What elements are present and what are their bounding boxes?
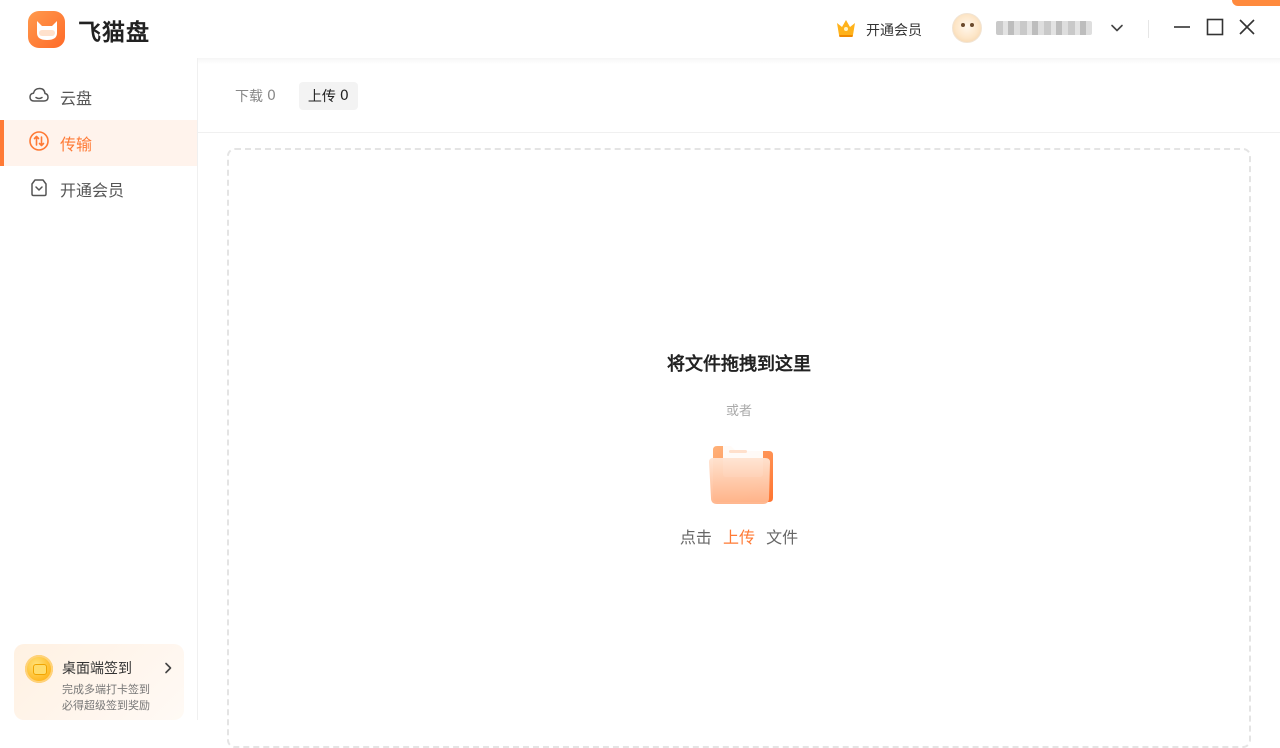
checkin-title: 桌面端签到 [62,661,132,677]
app-name: 飞猫盘 [78,19,150,46]
sidebar-item-label: 开通会员 [60,181,125,200]
dropzone-title: 将文件拖拽到这里 [667,354,811,375]
sidebar-item-transfer[interactable]: 传输 [0,120,197,166]
tab-count: 0 [267,88,276,104]
dropzone-action: 点击 上传 文件 [229,524,1249,548]
tab-count: 0 [339,88,349,104]
maximize-icon [1206,18,1224,40]
checkin-line-1: 完成多端打卡签到 [62,683,150,696]
user-menu[interactable]: ██████████ [952,13,1124,43]
transfer-main: 下载 0 上传 0 将文件拖拽到这里 或者 点击 上传 文件 [198,58,1280,748]
minimize-icon [1173,18,1191,40]
action-suffix: 文件 [766,528,799,547]
chevron-right-icon [162,659,174,678]
minimize-button[interactable] [1170,17,1194,41]
app-logo: 飞猫盘 [28,11,150,48]
tab-label: 上传 [307,89,336,105]
close-button[interactable] [1235,17,1259,41]
cloud-icon [28,84,50,110]
close-icon [1238,18,1256,40]
sidebar-item-vip[interactable]: 开通会员 [0,166,197,212]
folder-upload-icon[interactable] [703,440,779,508]
avatar[interactable] [952,13,982,43]
desktop-checkin-card[interactable]: 桌面端签到 完成多端打卡签到 必得超级签到奖励 [14,644,184,720]
dropzone-or: 或者 [725,404,752,419]
sidebar-item-label: 云盘 [60,89,93,108]
cat-logo-icon [28,11,65,48]
coin-icon [25,655,53,683]
upload-link[interactable]: 上传 [723,528,755,547]
sidebar-item-label: 传输 [60,135,93,154]
titlebar-divider [1148,20,1149,38]
checkin-description: 完成多端打卡签到 必得超级签到奖励 [62,682,150,714]
action-prefix: 点击 [679,528,712,547]
upload-dropzone[interactable]: 将文件拖拽到这里 或者 点击 上传 文件 [227,148,1251,748]
sidebar-item-cloud[interactable]: 云盘 [0,74,197,120]
corner-accent [1232,0,1280,6]
crown-icon [834,16,858,44]
chevron-down-icon[interactable] [1110,21,1124,35]
tab-label: 下载 [235,89,263,105]
open-vip-button[interactable]: 开通会员 [834,16,922,44]
maximize-button[interactable] [1203,17,1227,41]
tab-download[interactable]: 下载 0 [226,82,285,110]
sidebar: 云盘 传输 开通会员 桌面端签到 完成多端打卡签到 必得超级签到奖励 [0,58,198,720]
tabs-divider [198,132,1280,133]
username: ██████████ [996,21,1092,35]
title-bar: 飞猫盘 开通会员 ██████████ [0,0,1280,64]
tab-upload[interactable]: 上传 0 [298,82,358,110]
open-vip-label: 开通会员 [866,23,922,39]
checkin-line-2: 必得超级签到奖励 [62,699,150,712]
transfer-icon [28,130,50,156]
vip-bag-icon [28,176,50,202]
transfer-tabs: 下载 0 上传 0 [226,82,372,110]
